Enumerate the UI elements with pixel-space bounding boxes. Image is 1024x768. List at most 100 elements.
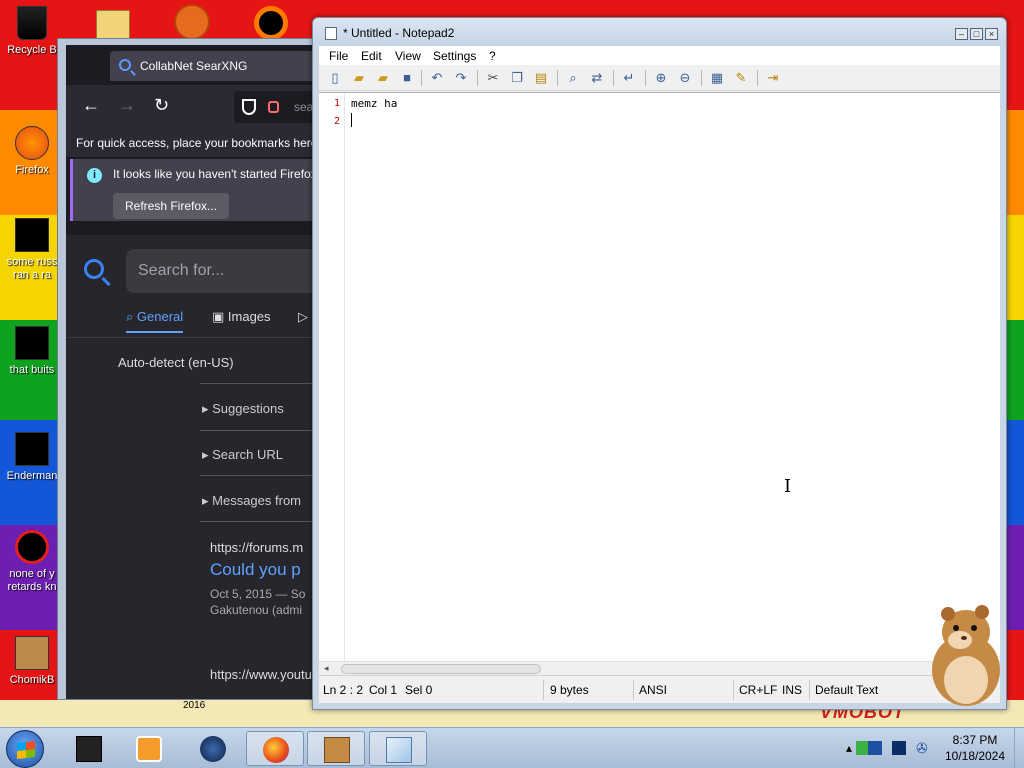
- language-selector[interactable]: Auto-detect (en-US): [118, 355, 234, 370]
- statusbar: Ln 2 : 2 Col 1 Sel 0 9 bytes ANSI CR+LF …: [319, 675, 1000, 703]
- horizontal-scrollbar[interactable]: ◂: [319, 661, 1000, 675]
- network-icon[interactable]: [892, 741, 906, 755]
- status-selection: Sel 0: [405, 683, 433, 697]
- desktop-icon-top-2[interactable]: [168, 0, 216, 42]
- tab-title: CollabNet SearXNG: [140, 59, 248, 73]
- taskbar-button-globe[interactable]: [184, 731, 242, 766]
- suggestions-toggle[interactable]: ▸ Suggestions: [202, 401, 284, 417]
- messages-toggle[interactable]: ▸ Messages from: [202, 493, 301, 509]
- menu-settings[interactable]: Settings: [433, 49, 476, 63]
- zoom-in-icon[interactable]: ⊕: [653, 70, 669, 86]
- copy-icon[interactable]: ❐: [509, 70, 525, 86]
- desktop-icon-folder[interactable]: that buits: [2, 326, 62, 377]
- status-separator: [633, 680, 634, 700]
- bookmarks-bar: For quick access, place your bookmarks h…: [66, 129, 318, 157]
- menu-edit[interactable]: Edit: [361, 49, 382, 63]
- menu-help[interactable]: ?: [489, 49, 496, 63]
- wallpaper-year: 2016: [183, 700, 206, 711]
- searxng-logo-icon[interactable]: [84, 259, 104, 279]
- menubar: File Edit View Settings ?: [319, 46, 1000, 65]
- notepad2-window[interactable]: * Untitled - Notepad2 – □ × File Edit View…: [312, 17, 1007, 710]
- window-controls: – □ ×: [953, 26, 998, 40]
- undo-icon[interactable]: ↶: [429, 70, 445, 86]
- text-editor[interactable]: 1 2 memz ha ◂: [319, 92, 1000, 675]
- zoom-out-icon[interactable]: ⊖: [677, 70, 693, 86]
- cut-icon[interactable]: ✂: [485, 70, 501, 86]
- status-position: Ln 2 : 2: [323, 683, 364, 697]
- status-size: 9 bytes: [550, 683, 589, 697]
- scheme-icon[interactable]: ▦: [709, 70, 725, 86]
- open-folder-icon[interactable]: ▰: [351, 70, 367, 86]
- search-input[interactable]: Search for...: [126, 249, 318, 293]
- firefox-window[interactable]: CollabNet SearXNG × ← → ↻ sea For quick …: [57, 38, 330, 700]
- desktop-icon-recycle-bin[interactable]: Recycle B: [2, 6, 62, 57]
- tab-images[interactable]: ▣ Images: [212, 309, 271, 325]
- paste-icon[interactable]: ▤: [533, 70, 549, 86]
- taskbar-button-media-player[interactable]: [120, 731, 178, 766]
- status-scheme[interactable]: Default Text: [815, 683, 878, 697]
- new-file-icon[interactable]: ▯: [327, 70, 343, 86]
- forward-button[interactable]: →: [118, 95, 136, 116]
- file-manager-icon: [76, 736, 102, 762]
- result-title[interactable]: Could you p: [210, 560, 301, 580]
- lock-icon[interactable]: [268, 101, 279, 113]
- desktop-icon-opera[interactable]: none of y retards kn: [2, 530, 62, 594]
- desktop-icon-top-3[interactable]: [248, 0, 296, 42]
- notepad-icon: [386, 737, 412, 763]
- opera-icon: [15, 530, 49, 564]
- taskbar-button-notepad2[interactable]: [369, 731, 427, 766]
- result-url[interactable]: https://forums.m: [210, 540, 303, 555]
- word-wrap-icon[interactable]: ↵: [621, 70, 637, 86]
- desktop-icon-document[interactable]: some russ ran a ra: [2, 218, 62, 282]
- text-caret: [351, 113, 352, 127]
- tab-general[interactable]: ⌕ General: [126, 309, 184, 333]
- find-icon[interactable]: ⌕: [565, 70, 581, 86]
- browse-icon[interactable]: ▰: [375, 70, 391, 86]
- desktop-icon-chomik[interactable]: ChomikB: [2, 636, 62, 687]
- titlebar[interactable]: * Untitled - Notepad2 – □ ×: [313, 18, 1006, 46]
- notice-text: It looks like you haven't started Firefo…: [113, 167, 317, 181]
- result-url-2[interactable]: https://www.youtu: [210, 667, 312, 682]
- notepad-app-icon[interactable]: [325, 27, 337, 40]
- save-icon[interactable]: ■: [399, 70, 415, 86]
- taskbar-button-firefox[interactable]: [246, 731, 304, 766]
- toolbar-separator: [421, 70, 422, 86]
- customize-scheme-icon[interactable]: ✎: [733, 70, 749, 86]
- tray-shield-icon[interactable]: [868, 741, 882, 755]
- status-encoding[interactable]: ANSI: [639, 683, 667, 697]
- system-clock[interactable]: 8:37 PM 10/18/2024: [940, 732, 1010, 764]
- close-button[interactable]: ×: [985, 28, 998, 40]
- minimize-button[interactable]: –: [955, 28, 968, 40]
- url-bar[interactable]: sea: [234, 91, 318, 123]
- suggestions-label: Suggestions: [212, 401, 284, 416]
- status-eol[interactable]: CR+LF: [739, 683, 777, 697]
- replace-icon[interactable]: ⇄: [589, 70, 605, 86]
- refresh-firefox-button[interactable]: Refresh Firefox...: [113, 193, 230, 219]
- tab-videos[interactable]: ▷: [298, 309, 308, 325]
- firefox-icon: [15, 126, 49, 160]
- search-url-toggle[interactable]: ▸ Search URL: [202, 447, 283, 463]
- start-button[interactable]: [6, 730, 44, 768]
- show-desktop-button[interactable]: [1014, 728, 1024, 768]
- firefox-tab[interactable]: CollabNet SearXNG ×: [110, 51, 330, 81]
- desktop-icon-enderman[interactable]: Enderman: [2, 432, 62, 483]
- desktop-icon-firefox[interactable]: Firefox: [2, 126, 62, 177]
- hamster-mascot[interactable]: [920, 600, 1006, 708]
- desktop-icon-top-1[interactable]: [92, 0, 140, 42]
- sync-icon[interactable]: ✇: [916, 741, 930, 755]
- scroll-left-icon[interactable]: ◂: [324, 663, 329, 674]
- taskbar-button-file-manager[interactable]: [60, 731, 118, 766]
- taskbar-button-chomik-box[interactable]: [307, 731, 365, 766]
- exit-icon[interactable]: ⇥: [765, 70, 781, 86]
- maximize-button[interactable]: □: [970, 28, 983, 40]
- system-tray: ▴ ✇: [842, 728, 938, 768]
- back-button[interactable]: ←: [82, 95, 100, 116]
- menu-view[interactable]: View: [395, 49, 421, 63]
- reload-button[interactable]: ↻: [154, 95, 169, 116]
- menu-file[interactable]: File: [329, 49, 348, 63]
- redo-icon[interactable]: ↷: [453, 70, 469, 86]
- scrollbar-thumb[interactable]: [341, 664, 541, 674]
- shield-icon[interactable]: [242, 99, 256, 115]
- recycle-bin-icon: [17, 6, 47, 40]
- desktop-icon-label-line2: retards kn: [7, 581, 57, 593]
